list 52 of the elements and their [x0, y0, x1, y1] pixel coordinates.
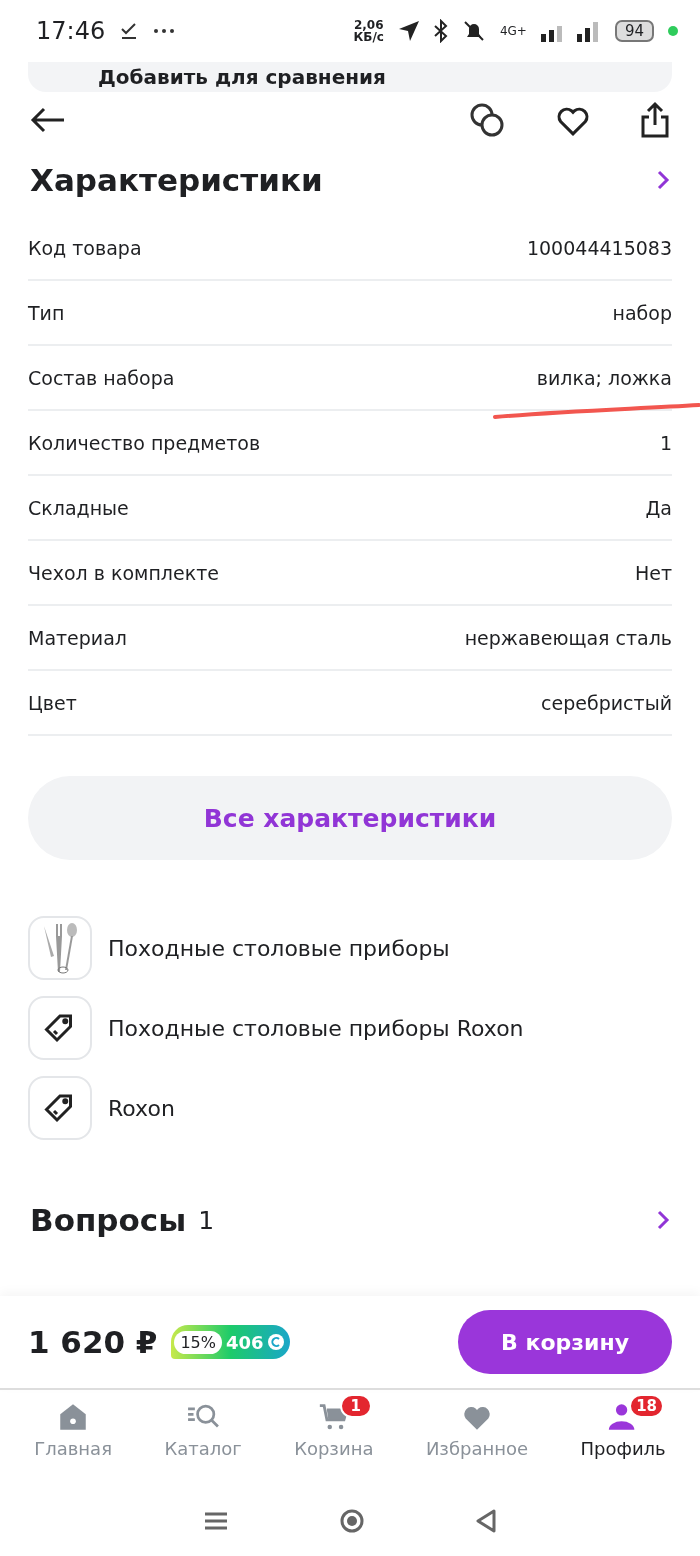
battery-level: 94 — [614, 20, 654, 42]
spec-value: Нет — [634, 561, 672, 584]
bluetooth-icon — [433, 19, 448, 43]
section-title: Характеристики — [30, 162, 323, 198]
spec-label: Код товара — [28, 236, 142, 259]
spec-value: нержавеющая сталь — [464, 626, 672, 649]
spec-value: 100044415083 — [526, 236, 672, 259]
nav-tab[interactable]: Каталог — [164, 1400, 242, 1486]
status-dot-icon — [668, 26, 678, 36]
spec-value: серебристый — [541, 691, 672, 714]
spec-label: Цвет — [28, 691, 77, 714]
network-speed: 2,06 КБ/с — [353, 19, 384, 43]
spec-value: набор — [612, 301, 672, 324]
spec-label: Количество предметов — [28, 431, 261, 454]
chevron-right-icon[interactable] — [656, 1209, 670, 1231]
count-badge: 18 — [629, 1394, 664, 1418]
spec-value: 1 — [659, 431, 672, 454]
section-title: Вопросы — [30, 1202, 187, 1238]
add-to-cart-button[interactable]: В корзину — [458, 1310, 672, 1374]
all-specs-button[interactable]: Все характеристики — [28, 776, 672, 860]
nav-tab[interactable]: Главная — [34, 1400, 112, 1486]
menu-button[interactable] — [203, 1511, 229, 1531]
back-nav-button[interactable] — [475, 1508, 497, 1534]
nav-tab[interactable]: Избранное — [425, 1400, 529, 1486]
category-link[interactable]: Походные столовые приборы — [28, 916, 672, 980]
more-icon — [153, 28, 176, 34]
chevron-right-icon[interactable] — [656, 169, 670, 191]
question-count: 1 — [198, 1205, 216, 1235]
cashback-percent: 15% — [174, 1330, 222, 1354]
compare-button[interactable] — [468, 101, 506, 139]
back-button[interactable] — [30, 106, 66, 134]
spec-value: Да — [645, 496, 672, 519]
network-type: 4G+ — [499, 25, 527, 37]
clock: 17:46 — [36, 17, 106, 45]
signal-icon — [540, 20, 601, 42]
price: 1 620 ₽ — [28, 1324, 158, 1360]
spec-label: Тип — [28, 301, 65, 324]
share-button[interactable] — [640, 101, 670, 139]
location-icon — [397, 20, 420, 42]
home-button[interactable] — [339, 1508, 365, 1534]
spec-value: вилка; ложка — [536, 366, 672, 389]
spec-label: Материал — [28, 626, 127, 649]
muted-bell-icon — [461, 19, 486, 43]
spec-label: Складные — [28, 496, 129, 519]
count-badge: 1 — [339, 1394, 372, 1418]
category-link[interactable]: Roxon — [28, 1076, 672, 1140]
category-link[interactable]: Походные столовые приборы Roxon — [28, 996, 672, 1060]
cashback-points: 406 — [226, 1331, 264, 1353]
spec-label: Состав набора — [28, 366, 175, 389]
spec-label: Чехол в комплекте — [28, 561, 219, 584]
compare-banner[interactable]: Добавить для сравнения — [28, 62, 672, 92]
bonus-coin-icon — [267, 1334, 284, 1350]
